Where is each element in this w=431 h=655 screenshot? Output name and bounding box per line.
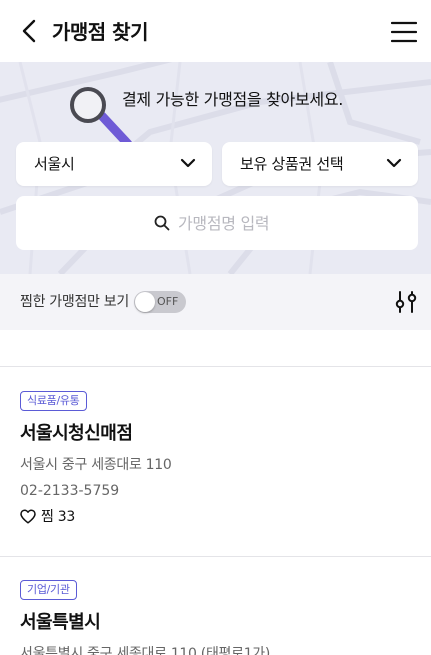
chevron-down-icon: [180, 158, 196, 168]
list-divider: [0, 366, 431, 367]
app-header: 가맹점 찾기: [0, 0, 431, 62]
category-badge: 식료품/유통: [20, 391, 87, 411]
toggle-knob: [135, 292, 155, 312]
sliders-icon[interactable]: [394, 290, 418, 314]
heart-outline-icon: [20, 509, 36, 524]
store-card[interactable]: 식료품/유통 서울시청신매점 서울시 중구 세종대로 110 02-2133-5…: [0, 391, 431, 541]
list-divider: [0, 556, 431, 557]
favorite-only-toggle[interactable]: OFF: [134, 291, 186, 313]
like-count: 찜 33: [41, 509, 75, 525]
category-badge: 기업/기관: [20, 580, 77, 600]
hero-message: 결제 가능한 가맹점을 찾아보세요.: [122, 90, 344, 109]
store-address: 서울시 중구 세종대로 110: [20, 457, 172, 473]
favorite-filter-bar: 찜한 가맹점만 보기 OFF: [0, 274, 431, 330]
store-address: 서울특별시 중구 세종대로 110 (태평로1가): [20, 646, 271, 655]
hamburger-menu-icon[interactable]: [391, 20, 417, 44]
toggle-state-text: OFF: [157, 295, 179, 308]
chevron-down-icon: [386, 158, 402, 168]
chevron-left-icon[interactable]: [18, 18, 42, 44]
search-box[interactable]: [16, 196, 418, 250]
search-hero: 결제 가능한 가맹점을 찾아보세요. 서울시 보유 상품권 선택: [0, 62, 431, 274]
store-name: 서울특별시: [20, 612, 101, 633]
region-select-value: 서울시: [34, 155, 75, 173]
store-phone[interactable]: 02-2133-5759: [20, 481, 119, 501]
store-name: 서울시청신매점: [20, 423, 133, 444]
page-title: 가맹점 찾기: [52, 20, 148, 44]
voucher-select-value: 보유 상품권 선택: [240, 155, 344, 173]
store-card[interactable]: 기업/기관 서울특별시 서울특별시 중구 세종대로 110 (태평로1가): [0, 580, 431, 655]
search-input[interactable]: [178, 210, 398, 236]
favorite-only-label: 찜한 가맹점만 보기: [20, 294, 129, 310]
search-icon: [154, 215, 170, 231]
voucher-select[interactable]: 보유 상품권 선택: [222, 142, 418, 186]
region-select[interactable]: 서울시: [16, 142, 212, 186]
